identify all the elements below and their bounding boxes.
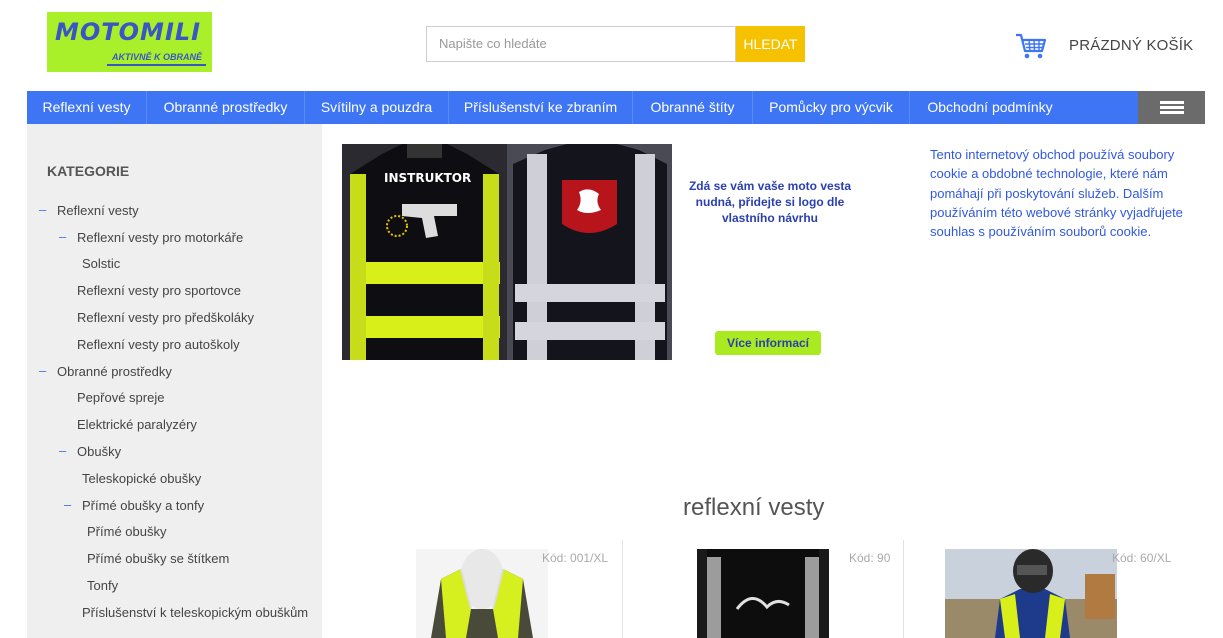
nav-item-pomucky[interactable]: Pomůcky pro výcvik bbox=[753, 91, 910, 124]
nav-item-svitilny[interactable]: Svítilny a pouzdra bbox=[305, 91, 449, 124]
nav-item-obchodni-podminky[interactable]: Obchodní podmínky bbox=[910, 91, 1070, 124]
vest-image-instructor: INSTRUKTOR bbox=[342, 144, 507, 360]
hamburger-icon bbox=[1160, 101, 1184, 104]
cart-label[interactable]: PRÁZDNÝ KOŠÍK bbox=[1069, 37, 1193, 54]
sidebar-title: KATEGORIE bbox=[47, 163, 130, 179]
sidebar-item-teleskopicke-obusky[interactable]: Teleskopické obušky bbox=[82, 471, 201, 486]
product-code-2: Kód: 90 bbox=[849, 551, 891, 565]
logo-wordmark: MOTOMILI bbox=[55, 18, 202, 46]
page: MOTOMILI AKTIVNĚ K OBRANĚ Napište co hle… bbox=[0, 0, 1223, 638]
collapse-icon[interactable]: – bbox=[64, 497, 71, 512]
product-image-3[interactable] bbox=[945, 549, 1117, 638]
sidebar-item-prime-obusky[interactable]: Přímé obušky bbox=[87, 524, 166, 539]
search-input[interactable]: Napište co hledáte bbox=[426, 26, 736, 62]
nav-item-reflexni-vesty[interactable]: Reflexní vesty bbox=[27, 91, 147, 124]
sidebar-item-solstic[interactable]: Solstic bbox=[82, 256, 120, 271]
product-code-1: Kód: 001/XL bbox=[542, 551, 609, 565]
vest-image-emblem bbox=[507, 144, 672, 360]
sidebar-item-prislusenstvi-obusky[interactable]: Příslušenství k teleskopickým obuškům bbox=[82, 605, 308, 620]
sidebar-item-peprove-spreje[interactable]: Pepřové spreje bbox=[77, 390, 164, 405]
product-divider bbox=[622, 540, 623, 638]
sidebar-item-tonfy[interactable]: Tonfy bbox=[87, 578, 118, 593]
logo-underline bbox=[107, 64, 206, 66]
product-image-2[interactable] bbox=[697, 549, 829, 638]
sidebar-item-sportovce[interactable]: Reflexní vesty pro sportovce bbox=[77, 283, 241, 298]
collapse-icon[interactable]: – bbox=[39, 202, 46, 217]
sidebar-item-obranne-prostredky[interactable]: Obranné prostředky bbox=[57, 364, 172, 379]
collapse-icon[interactable]: – bbox=[59, 229, 66, 244]
search-button[interactable]: HLEDAT bbox=[736, 26, 805, 62]
sidebar-item-autoskoly[interactable]: Reflexní vesty pro autoškoly bbox=[77, 337, 240, 352]
cart-icon[interactable] bbox=[1015, 32, 1047, 60]
vest-lettering: INSTRUKTOR bbox=[384, 171, 471, 185]
promo-banner-image[interactable]: INSTRUKTOR bbox=[342, 144, 672, 360]
sidebar-item-motorkare[interactable]: Reflexní vesty pro motorkáře bbox=[77, 230, 243, 245]
promo-text: Zdá se vám vaše moto vesta nudná, přidej… bbox=[688, 179, 852, 225]
menu-toggle-button[interactable] bbox=[1138, 91, 1205, 124]
more-info-button[interactable]: Více informací bbox=[715, 331, 821, 355]
main-nav: Reflexní vesty Obranné prostředky Svítil… bbox=[27, 91, 1205, 124]
sidebar-item-reflexni-vesty[interactable]: Reflexní vesty bbox=[57, 203, 139, 218]
cookie-notice: Tento internetový obchod používá soubory… bbox=[930, 147, 1183, 240]
sidebar-item-obusky[interactable]: Obušky bbox=[77, 444, 121, 459]
logo-tagline: AKTIVNĚ K OBRANĚ bbox=[111, 52, 202, 62]
nav-item-obranne-stity[interactable]: Obranné štíty bbox=[633, 91, 753, 124]
product-divider bbox=[903, 540, 904, 638]
sidebar-item-prime-obusky-a-tonfy[interactable]: Přímé obušky a tonfy bbox=[82, 498, 204, 513]
category-sidebar: KATEGORIE – Reflexní vesty – Reflexní ve… bbox=[27, 124, 322, 638]
product-code-3: Kód: 60/XL bbox=[1112, 551, 1172, 565]
product-image-1[interactable] bbox=[416, 549, 548, 638]
sidebar-item-prime-obusky-stitek[interactable]: Přímé obušky se štítkem bbox=[87, 551, 229, 566]
site-logo[interactable]: MOTOMILI AKTIVNĚ K OBRANĚ bbox=[47, 12, 212, 72]
nav-item-prislusenstvi[interactable]: Příslušenství ke zbraním bbox=[449, 91, 633, 124]
sidebar-item-paralyzery[interactable]: Elektrické paralyzéry bbox=[77, 417, 197, 432]
section-title: reflexní vesty bbox=[683, 494, 825, 521]
collapse-icon[interactable]: – bbox=[39, 363, 46, 378]
collapse-icon[interactable]: – bbox=[59, 443, 66, 458]
sidebar-item-predskolaky[interactable]: Reflexní vesty pro předškoláky bbox=[77, 310, 254, 325]
nav-item-obranne-prostredky[interactable]: Obranné prostředky bbox=[147, 91, 305, 124]
